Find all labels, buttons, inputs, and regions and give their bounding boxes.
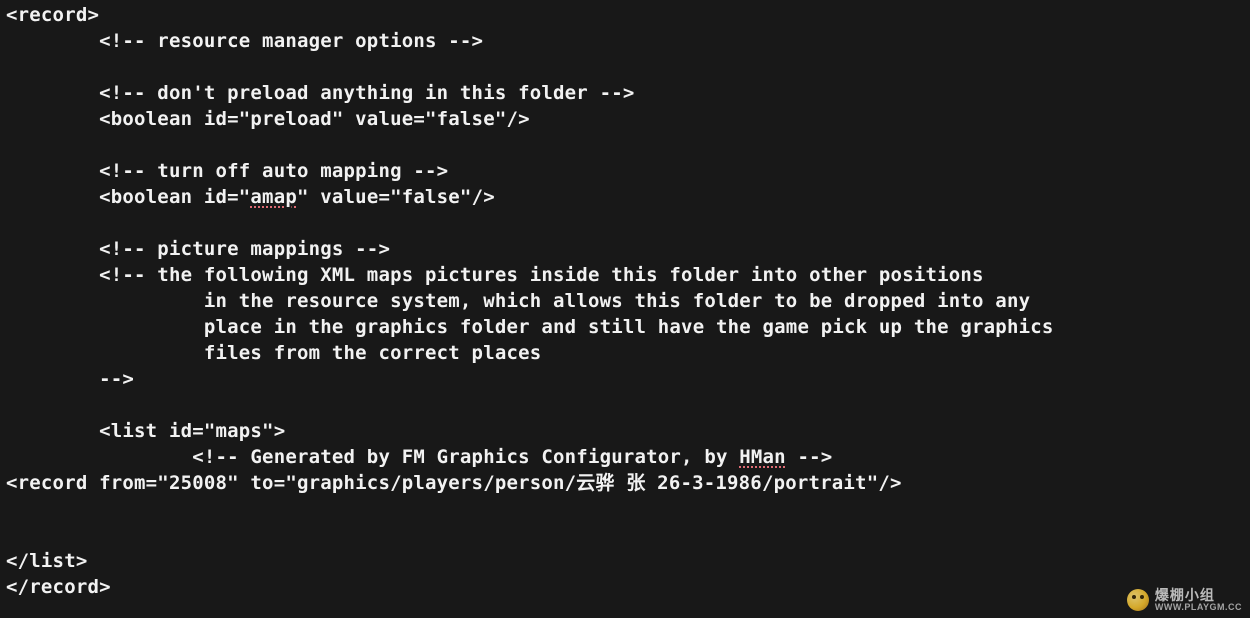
xml-code-block: <record> <!-- resource manager options -… — [0, 0, 1250, 606]
